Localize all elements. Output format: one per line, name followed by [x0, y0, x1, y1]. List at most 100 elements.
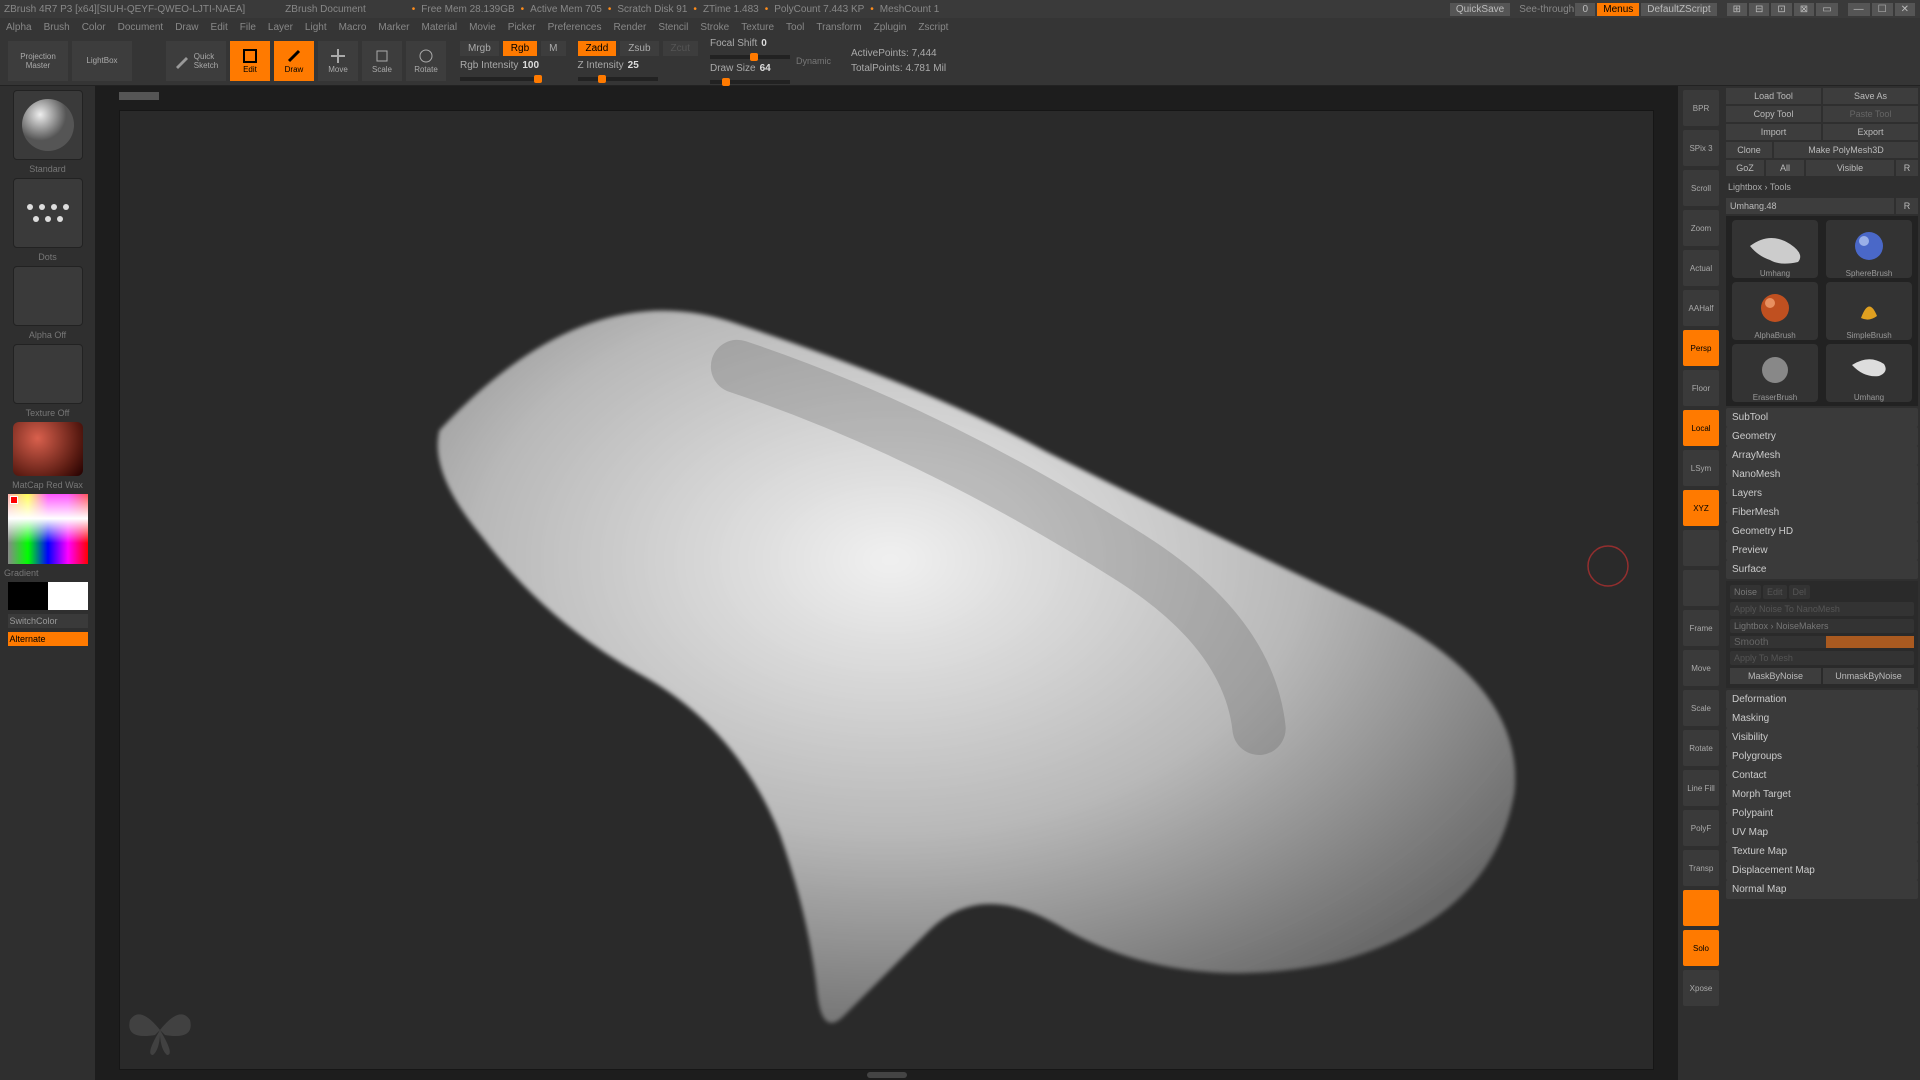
- rstrip-xpose[interactable]: Xpose: [1683, 970, 1719, 1006]
- rstrip-spix-3[interactable]: SPix 3: [1683, 130, 1719, 166]
- win-icon-4[interactable]: ⊠: [1794, 3, 1814, 16]
- lightbox-button[interactable]: LightBox: [72, 41, 132, 81]
- section-contact[interactable]: Contact: [1726, 766, 1918, 785]
- tool-thumb-sphere[interactable]: SphereBrush: [1826, 220, 1912, 278]
- noise-del-button[interactable]: Del: [1789, 585, 1811, 599]
- make-polymesh-button[interactable]: Make PolyMesh3D: [1774, 142, 1918, 158]
- rstrip-transp[interactable]: Transp: [1683, 850, 1719, 886]
- apply-nano-button[interactable]: Apply Noise To NanoMesh: [1730, 602, 1914, 616]
- rgb-button[interactable]: Rgb: [503, 41, 537, 56]
- close-icon[interactable]: ✕: [1895, 3, 1915, 16]
- menu-macro[interactable]: Macro: [339, 22, 367, 33]
- section-geometry[interactable]: Geometry: [1726, 427, 1918, 446]
- script-button[interactable]: DefaultZScript: [1641, 3, 1716, 16]
- rstrip-scale[interactable]: Scale: [1683, 690, 1719, 726]
- section-surface[interactable]: Surface: [1726, 560, 1918, 579]
- rstrip-bpr[interactable]: BPR: [1683, 90, 1719, 126]
- section-uv-map[interactable]: UV Map: [1726, 823, 1918, 842]
- shelf-handle[interactable]: [119, 92, 159, 100]
- rstrip-aahalf[interactable]: AAHalf: [1683, 290, 1719, 326]
- rstrip-persp[interactable]: Persp: [1683, 330, 1719, 366]
- noise-edit-button[interactable]: Edit: [1763, 585, 1787, 599]
- section-texture-map[interactable]: Texture Map: [1726, 842, 1918, 861]
- zsub-button[interactable]: Zsub: [620, 41, 658, 56]
- section-deformation[interactable]: Deformation: [1726, 690, 1918, 709]
- smooth-slider[interactable]: Smooth: [1730, 636, 1914, 648]
- rotate-button[interactable]: Rotate: [406, 41, 446, 81]
- rstrip-move[interactable]: Move: [1683, 650, 1719, 686]
- quicksketch-button[interactable]: Quick Sketch: [166, 41, 226, 81]
- section-layers[interactable]: Layers: [1726, 484, 1918, 503]
- rstrip-floor[interactable]: Floor: [1683, 370, 1719, 406]
- win-icon-3[interactable]: ⊡: [1771, 3, 1791, 16]
- tool-thumb-alpha[interactable]: AlphaBrush: [1732, 282, 1818, 340]
- viewport[interactable]: [119, 110, 1654, 1070]
- rstrip-scroll[interactable]: Scroll: [1683, 170, 1719, 206]
- switchcolor-button[interactable]: SwitchColor: [8, 614, 88, 628]
- zcut-button[interactable]: Zcut: [663, 41, 698, 56]
- win-icon-1[interactable]: ⊞: [1727, 3, 1747, 16]
- swatch-white[interactable]: [48, 582, 88, 610]
- section-normal-map[interactable]: Normal Map: [1726, 880, 1918, 899]
- menu-light[interactable]: Light: [305, 22, 327, 33]
- menu-draw[interactable]: Draw: [175, 22, 198, 33]
- menu-edit[interactable]: Edit: [211, 22, 228, 33]
- noise-button[interactable]: Noise: [1730, 585, 1761, 599]
- z-intensity-slider[interactable]: [578, 77, 658, 81]
- unmaskbynoise-button[interactable]: UnmaskByNoise: [1823, 668, 1914, 684]
- menu-tool[interactable]: Tool: [786, 22, 804, 33]
- maximize-icon[interactable]: ☐: [1872, 3, 1893, 16]
- saveas-button[interactable]: Save As: [1823, 88, 1918, 104]
- section-fibermesh[interactable]: FiberMesh: [1726, 503, 1918, 522]
- seethrough-value[interactable]: 0: [1575, 3, 1595, 16]
- section-masking[interactable]: Masking: [1726, 709, 1918, 728]
- menu-alpha[interactable]: Alpha: [6, 22, 32, 33]
- tool-thumb-eraser[interactable]: EraserBrush: [1732, 344, 1818, 402]
- goz-r-button[interactable]: R: [1896, 160, 1918, 176]
- lightbox-noise-link[interactable]: Lightbox › NoiseMakers: [1730, 619, 1914, 633]
- tool-r-button[interactable]: R: [1896, 198, 1918, 214]
- section-preview[interactable]: Preview: [1726, 541, 1918, 560]
- rstrip-xyz[interactable]: XYZ: [1683, 490, 1719, 526]
- section-polygroups[interactable]: Polygroups: [1726, 747, 1918, 766]
- bottom-handle[interactable]: [867, 1072, 907, 1078]
- rstrip-btn11[interactable]: [1683, 530, 1719, 566]
- menu-file[interactable]: File: [240, 22, 256, 33]
- texture-thumbnail[interactable]: [13, 344, 83, 404]
- menu-texture[interactable]: Texture: [741, 22, 774, 33]
- tool-thumb-umhang[interactable]: Umhang: [1732, 220, 1818, 278]
- apply-mesh-button[interactable]: Apply To Mesh: [1730, 651, 1914, 665]
- draw-button[interactable]: Draw: [274, 41, 314, 81]
- menu-render[interactable]: Render: [614, 22, 647, 33]
- win-icon-5[interactable]: ▭: [1816, 3, 1837, 16]
- section-displacement-map[interactable]: Displacement Map: [1726, 861, 1918, 880]
- load-tool-button[interactable]: Load Tool: [1726, 88, 1821, 104]
- section-morph-target[interactable]: Morph Target: [1726, 785, 1918, 804]
- section-arraymesh[interactable]: ArrayMesh: [1726, 446, 1918, 465]
- menu-transform[interactable]: Transform: [816, 22, 861, 33]
- goz-button[interactable]: GoZ: [1726, 160, 1764, 176]
- menu-marker[interactable]: Marker: [378, 22, 409, 33]
- rgb-intensity-slider[interactable]: [460, 77, 540, 81]
- section-polypaint[interactable]: Polypaint: [1726, 804, 1918, 823]
- alpha-thumbnail[interactable]: [13, 266, 83, 326]
- menu-layer[interactable]: Layer: [268, 22, 293, 33]
- rstrip-btn12[interactable]: [1683, 570, 1719, 606]
- edit-button[interactable]: Edit: [230, 41, 270, 81]
- section-nanomesh[interactable]: NanoMesh: [1726, 465, 1918, 484]
- m-button[interactable]: M: [541, 41, 565, 56]
- tool-thumb-umhang2[interactable]: Umhang: [1826, 344, 1912, 402]
- copy-tool-button[interactable]: Copy Tool: [1726, 106, 1821, 122]
- color-picker[interactable]: [8, 494, 88, 564]
- clone-button[interactable]: Clone: [1726, 142, 1772, 158]
- menu-stencil[interactable]: Stencil: [658, 22, 688, 33]
- section-geometry-hd[interactable]: Geometry HD: [1726, 522, 1918, 541]
- drawsize-slider[interactable]: [710, 80, 790, 84]
- menu-movie[interactable]: Movie: [469, 22, 496, 33]
- maskbynoise-button[interactable]: MaskByNoise: [1730, 668, 1821, 684]
- rstrip-actual[interactable]: Actual: [1683, 250, 1719, 286]
- alternate-button[interactable]: Alternate: [8, 632, 88, 646]
- menu-brush[interactable]: Brush: [44, 22, 70, 33]
- rstrip-frame[interactable]: Frame: [1683, 610, 1719, 646]
- stroke-thumbnail[interactable]: [13, 178, 83, 248]
